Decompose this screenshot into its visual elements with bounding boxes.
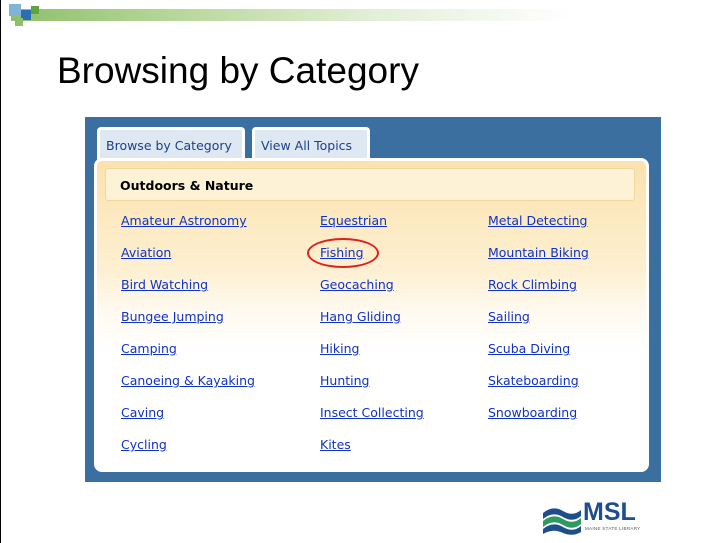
- category-heading: Outdoors & Nature: [105, 168, 635, 201]
- slide: Browsing by Category Browse by Category …: [0, 0, 720, 543]
- highlight-circle: [307, 238, 379, 268]
- category-link-geocaching[interactable]: Geocaching: [320, 277, 394, 292]
- logo-text: MSL: [583, 498, 636, 526]
- logo-subtext: MAINE STATE LIBRARY: [585, 526, 641, 531]
- category-link-equestrian[interactable]: Equestrian: [320, 213, 387, 228]
- category-link-caving[interactable]: Caving: [121, 405, 164, 420]
- category-link-metal-detecting[interactable]: Metal Detecting: [488, 213, 588, 228]
- slide-title: Browsing by Category: [57, 50, 419, 91]
- corner-square-icon: [9, 4, 21, 16]
- category-link-rock-climbing[interactable]: Rock Climbing: [488, 277, 577, 292]
- category-link-kites[interactable]: Kites: [320, 437, 351, 452]
- tab-view-all-topics[interactable]: View All Topics: [252, 127, 370, 161]
- category-link-canoeing-kayaking[interactable]: Canoeing & Kayaking: [121, 373, 255, 388]
- corner-square-icon: [31, 6, 39, 14]
- category-link-sailing[interactable]: Sailing: [488, 309, 530, 324]
- corner-square-icon: [15, 18, 23, 26]
- category-link-hang-gliding[interactable]: Hang Gliding: [320, 309, 401, 324]
- category-link-aviation[interactable]: Aviation: [121, 245, 171, 260]
- category-link-mountain-biking[interactable]: Mountain Biking: [488, 245, 589, 260]
- title-accent-bar: [11, 9, 571, 21]
- category-link-hiking[interactable]: Hiking: [320, 341, 359, 356]
- category-link-bird-watching[interactable]: Bird Watching: [121, 277, 208, 292]
- category-link-insect-collecting[interactable]: Insect Collecting: [320, 405, 424, 420]
- category-link-scuba-diving[interactable]: Scuba Diving: [488, 341, 570, 356]
- category-link-camping[interactable]: Camping: [121, 341, 177, 356]
- category-link-bungee-jumping[interactable]: Bungee Jumping: [121, 309, 224, 324]
- tab-browse-by-category[interactable]: Browse by Category: [97, 127, 245, 161]
- category-link-skateboarding[interactable]: Skateboarding: [488, 373, 579, 388]
- category-link-snowboarding[interactable]: Snowboarding: [488, 405, 577, 420]
- category-link-cycling[interactable]: Cycling: [121, 437, 167, 452]
- category-link-amateur-astronomy[interactable]: Amateur Astronomy: [121, 213, 247, 228]
- category-link-hunting[interactable]: Hunting: [320, 373, 369, 388]
